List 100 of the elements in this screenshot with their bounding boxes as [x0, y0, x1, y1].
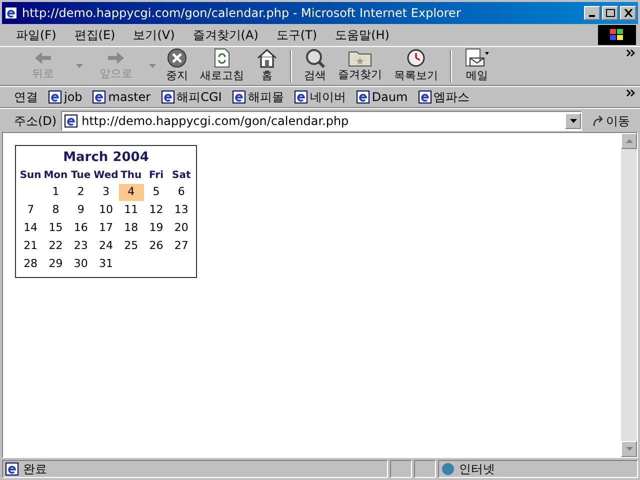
link-item[interactable]: job [48, 88, 82, 106]
weekday-header: Fri [148, 168, 165, 182]
day-cell[interactable]: 16 [68, 220, 94, 236]
day-cell[interactable]: 4 [118, 184, 144, 200]
menu-item[interactable]: 도구(T) [276, 26, 318, 44]
address-label: 주소(D) [14, 112, 57, 130]
go-button[interactable]: 이동 [586, 112, 636, 130]
link-item[interactable]: 해피CGI [160, 88, 222, 106]
left-arrow-icon [33, 50, 53, 66]
link-item[interactable]: master [92, 88, 151, 106]
search-icon [304, 48, 326, 68]
day-cell[interactable]: 14 [18, 220, 44, 236]
day-cell[interactable]: 26 [144, 238, 169, 254]
up-arrow-icon [626, 139, 632, 143]
day-cell[interactable]: 2 [68, 184, 94, 200]
day-cell[interactable]: 8 [43, 202, 68, 218]
status-pane [414, 460, 436, 478]
link-item[interactable]: 해피몰 [232, 88, 284, 106]
folder-icon [348, 48, 372, 67]
down-arrow-icon [626, 447, 632, 451]
calendar-title: March 2004 [62, 149, 150, 167]
day-cell[interactable]: 23 [68, 238, 94, 254]
page-icon [294, 90, 308, 104]
day-cell[interactable]: 10 [93, 202, 119, 218]
toolbar-button[interactable]: 중지 [160, 47, 194, 85]
globe-icon [441, 462, 455, 476]
day-cell[interactable]: 19 [144, 220, 169, 236]
page-icon [418, 90, 432, 104]
close-icon [624, 9, 632, 17]
scrollbar[interactable] [621, 133, 637, 457]
day-cell[interactable]: 18 [118, 220, 144, 236]
day-cell[interactable]: 24 [93, 238, 119, 254]
day-cell[interactable]: 12 [144, 202, 169, 218]
dropdown-caret-icon [149, 64, 156, 68]
toolbar-button[interactable]: 즐겨찾기 [332, 47, 388, 85]
toolbar-button[interactable]: 메일 [458, 47, 496, 85]
day-cell[interactable]: 15 [43, 220, 68, 236]
page-icon [64, 114, 78, 128]
day-cell[interactable]: 21 [18, 238, 44, 254]
day-cell[interactable]: 31 [93, 256, 119, 272]
page-icon [5, 462, 19, 476]
page-icon [160, 90, 175, 104]
day-cell[interactable]: 5 [144, 184, 169, 200]
link-item[interactable]: Daum [356, 88, 408, 106]
day-cell[interactable]: 6 [168, 184, 194, 200]
dropdown-button[interactable] [565, 112, 581, 128]
day-cell[interactable]: 30 [68, 256, 94, 272]
toolbar-button[interactable]: 검색 [298, 47, 332, 85]
right-arrow-icon [106, 50, 126, 66]
zone-text: 인터넷 [459, 461, 495, 478]
close-button[interactable] [620, 6, 636, 20]
link-item[interactable]: 네이버 [294, 88, 346, 106]
weekday-header: Sat [171, 168, 192, 182]
caret-icon [570, 118, 576, 122]
arrow-icon [592, 114, 604, 126]
day-cell[interactable]: 9 [68, 202, 94, 218]
toolbar-button[interactable]: 홈 [250, 47, 284, 85]
browser-icon [4, 6, 18, 20]
address-field[interactable]: http://demo.happycgi.com/gon/calendar.php [60, 110, 582, 130]
weekday-header: Tue [70, 168, 92, 182]
page-icon [356, 90, 370, 104]
menu-item[interactable]: 즐겨찾기(A) [192, 26, 258, 44]
maximize-icon [606, 9, 614, 17]
weekday-header: Wed [93, 168, 119, 182]
menu-item[interactable]: 도움말(H) [335, 26, 390, 44]
day-cell[interactable]: 13 [168, 202, 194, 218]
links-label: 연결 [14, 89, 38, 106]
day-cell[interactable]: 7 [18, 202, 44, 218]
clock-icon [405, 48, 427, 68]
weekday-header: Sun [18, 168, 42, 182]
day-cell[interactable]: 1 [43, 184, 68, 200]
day-cell[interactable]: 27 [168, 238, 194, 254]
menu-item[interactable]: 파일(F) [16, 26, 56, 44]
day-cell[interactable]: 11 [118, 202, 144, 218]
day-cell[interactable]: 28 [18, 256, 44, 272]
status-text: 완료 [23, 461, 47, 478]
home-icon [256, 48, 278, 68]
minimize-button[interactable] [584, 6, 600, 20]
chevron-icon [626, 49, 636, 57]
maximize-button[interactable] [602, 6, 618, 20]
link-item[interactable]: 엠파스 [418, 88, 470, 106]
menu-item[interactable]: 보기(V) [133, 26, 175, 44]
day-cell[interactable]: 20 [168, 220, 194, 236]
toolbar-button[interactable]: 목록보기 [388, 47, 444, 85]
page-icon [92, 90, 106, 104]
chevron-icon [626, 89, 636, 97]
day-cell[interactable]: 22 [43, 238, 68, 254]
dropdown-caret-icon [76, 64, 83, 68]
windows-logo-icon [610, 29, 624, 41]
day-cell[interactable]: 25 [118, 238, 144, 254]
page-icon [232, 90, 246, 104]
weekday-header: Thu [120, 168, 143, 182]
day-cell[interactable]: 29 [43, 256, 68, 272]
toolbar-button[interactable]: 새로고침 [194, 47, 250, 85]
day-cell[interactable]: 3 [93, 184, 119, 200]
menu-item[interactable]: 편집(E) [74, 26, 116, 44]
day-cell[interactable]: 17 [93, 220, 119, 236]
status-pane [390, 460, 412, 478]
window-title: http://demo.happycgi.com/gon/calendar.php - Microsoft Internet Explorer [22, 5, 462, 22]
weekday-header: Mon [43, 168, 68, 182]
